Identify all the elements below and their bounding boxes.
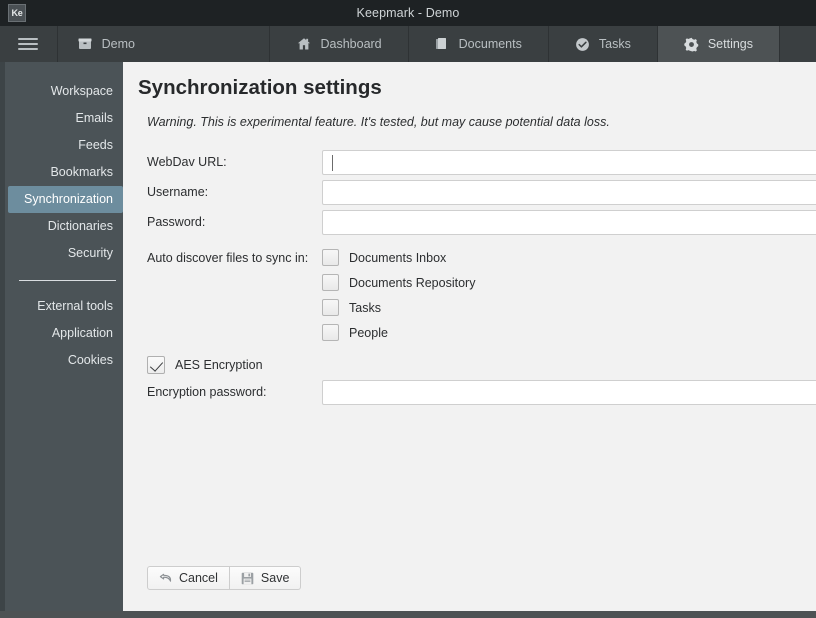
checkbox-label-aes-encryption: AES Encryption <box>175 358 263 372</box>
tab-dashboard[interactable]: Dashboard <box>270 26 409 62</box>
tab-label: Demo <box>101 37 135 51</box>
sidebar-item-synchronization[interactable]: Synchronization <box>8 186 123 213</box>
sidebar-item-bookmarks[interactable]: Bookmarks <box>5 159 123 186</box>
settings-sidebar: Workspace Emails Feeds Bookmarks Synchro… <box>0 62 123 611</box>
cancel-button-label: Cancel <box>179 571 218 585</box>
aes-encryption-row: AES Encryption <box>123 352 816 380</box>
documents-icon <box>435 37 450 52</box>
webdav-url-input[interactable] <box>322 150 816 175</box>
checkbox-label-people: People <box>349 326 388 340</box>
sidebar-item-label: Feeds <box>78 138 113 152</box>
tab-settings[interactable]: Settings <box>657 26 780 62</box>
encryption-password-input[interactable] <box>322 380 816 405</box>
sidebar-item-emails[interactable]: Emails <box>5 105 123 132</box>
sidebar-item-feeds[interactable]: Feeds <box>5 132 123 159</box>
title-bar: Ke Keepmark - Demo <box>0 0 816 26</box>
sidebar-item-label: Workspace <box>50 84 113 98</box>
warning-text: Warning. This is experimental feature. I… <box>147 115 610 129</box>
form-row-encryption-password: Encryption password: <box>123 380 816 410</box>
save-button-label: Save <box>260 571 290 585</box>
tab-demo[interactable]: Demo <box>58 26 271 62</box>
form-actions: Cancel Save <box>147 566 302 590</box>
sidebar-item-label: Synchronization <box>24 192 113 206</box>
home-icon <box>296 37 311 52</box>
encryption-password-label: Encryption password: <box>147 385 267 399</box>
checkbox-aes-encryption[interactable] <box>147 356 165 374</box>
webdav-url-label: WebDav URL: <box>147 155 227 169</box>
page-title: Synchronization settings <box>138 76 382 99</box>
floppy-disk-icon <box>241 571 255 585</box>
checkbox-label-documents-inbox: Documents Inbox <box>349 251 447 265</box>
archive-box-icon <box>78 37 93 52</box>
autodiscover-row-tasks: Tasks <box>123 297 816 322</box>
sidebar-item-label: Cookies <box>67 353 113 367</box>
sidebar-item-workspace[interactable]: Workspace <box>5 78 123 105</box>
checkbox-label-tasks: Tasks <box>349 301 381 315</box>
password-label: Password: <box>147 215 206 229</box>
checkbox-label-documents-repository: Documents Repository <box>349 276 476 290</box>
sidebar-item-label: Dictionaries <box>47 219 113 233</box>
autodiscover-row-documents-repository: Documents Repository <box>123 272 816 297</box>
autodiscover-row-documents-inbox: Auto discover files to sync in: Document… <box>123 247 816 272</box>
tab-tasks[interactable]: Tasks <box>549 26 658 62</box>
sidebar-divider <box>19 280 116 281</box>
checkbox-documents-inbox[interactable] <box>322 249 339 266</box>
form-row-username: Username: <box>123 180 816 210</box>
tab-bar: Demo Dashboard Documents Tasks Settings <box>0 26 816 62</box>
gear-icon <box>684 37 699 52</box>
save-button[interactable]: Save <box>229 566 302 590</box>
app-icon: Ke <box>8 4 26 22</box>
autodiscover-row-people: People <box>123 322 816 347</box>
tab-documents[interactable]: Documents <box>409 26 549 62</box>
undo-arrow-icon <box>159 571 173 585</box>
sidebar-item-label: Application <box>51 326 113 340</box>
hamburger-icon <box>18 35 39 53</box>
settings-content-pane: Synchronization settings Warning. This i… <box>123 62 816 611</box>
username-label: Username: <box>147 185 209 199</box>
sidebar-item-label: Security <box>67 246 113 260</box>
username-input[interactable] <box>322 180 816 205</box>
password-input[interactable] <box>322 210 816 235</box>
checkbox-tasks[interactable] <box>322 299 339 316</box>
check-circle-icon <box>575 37 590 52</box>
sidebar-item-label: Bookmarks <box>50 165 113 179</box>
checkbox-people[interactable] <box>322 324 339 341</box>
status-bar <box>0 611 816 618</box>
menu-button[interactable] <box>0 26 58 62</box>
cancel-button[interactable]: Cancel <box>147 566 230 590</box>
tab-label: Documents <box>458 37 522 51</box>
sidebar-item-application[interactable]: Application <box>5 320 123 347</box>
form-row-webdav-url: WebDav URL: <box>123 150 816 180</box>
sidebar-item-dictionaries[interactable]: Dictionaries <box>5 213 123 240</box>
window-title: Keepmark - Demo <box>356 6 460 20</box>
tab-bar-filler <box>780 26 816 62</box>
synchronization-form: WebDav URL: Username: Password: Auto dis… <box>123 150 816 410</box>
checkbox-documents-repository[interactable] <box>322 274 339 291</box>
sidebar-left-rail <box>0 62 5 611</box>
sidebar-item-external-tools[interactable]: External tools <box>5 293 123 320</box>
form-row-password: Password: <box>123 210 816 240</box>
application-window: Ke Keepmark - Demo Demo Dashboard Docume… <box>0 0 816 618</box>
text-caret <box>332 155 333 171</box>
tab-label: Tasks <box>598 37 631 51</box>
sidebar-item-cookies[interactable]: Cookies <box>5 347 123 374</box>
sidebar-item-label: Emails <box>75 111 113 125</box>
tab-label: Settings <box>707 37 753 51</box>
tab-label: Dashboard <box>320 37 382 51</box>
sidebar-item-security[interactable]: Security <box>5 240 123 267</box>
sidebar-item-label: External tools <box>37 299 113 313</box>
autodiscover-label: Auto discover files to sync in: <box>147 251 309 265</box>
